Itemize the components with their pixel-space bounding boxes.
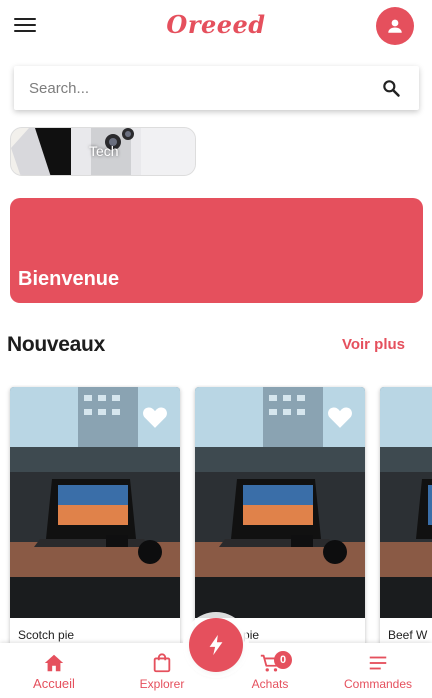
product-card[interactable]: Beef W: [380, 387, 432, 645]
see-more-link[interactable]: Voir plus: [342, 336, 405, 353]
category-label: Tech: [89, 143, 119, 159]
nav-label: Commandes: [343, 677, 413, 691]
product-name: Beef W: [388, 628, 428, 642]
list-icon: [369, 656, 387, 670]
favorite-heart-icon[interactable]: [142, 405, 168, 429]
nav-label: Achats: [251, 677, 289, 691]
product-carousel[interactable]: Scotch pie Scotch pie: [0, 385, 432, 645]
product-card[interactable]: Scotch pie: [10, 387, 180, 645]
nav-label: Accueil: [33, 676, 75, 691]
lightning-icon: [209, 634, 223, 656]
top-app-bar: Oreeed: [0, 0, 432, 56]
welcome-banner[interactable]: Bienvenue: [10, 198, 423, 303]
search-bar: [14, 66, 419, 110]
nav-item-accueil[interactable]: Accueil: [0, 643, 108, 698]
nav-item-commandes[interactable]: Commandes: [324, 643, 432, 698]
section-title: Nouveaux: [7, 333, 105, 356]
user-icon: [388, 19, 402, 33]
cart-count-badge: 0: [274, 651, 292, 669]
banner-title: Bienvenue: [18, 268, 120, 290]
flash-action-button[interactable]: [189, 618, 243, 672]
search-icon[interactable]: [381, 78, 401, 98]
product-image: [380, 387, 432, 618]
home-icon: [44, 654, 64, 672]
app-logo: Oreeed: [166, 10, 266, 39]
shopping-bag-icon: [153, 653, 171, 673]
favorite-heart-icon[interactable]: [327, 405, 353, 429]
category-card-tech[interactable]: Tech: [10, 127, 196, 176]
nav-label: Explorer: [139, 677, 185, 691]
product-card[interactable]: Scotch pie: [195, 387, 365, 645]
product-name: Scotch pie: [18, 628, 75, 642]
search-input[interactable]: [14, 66, 374, 110]
profile-button[interactable]: [376, 7, 414, 45]
